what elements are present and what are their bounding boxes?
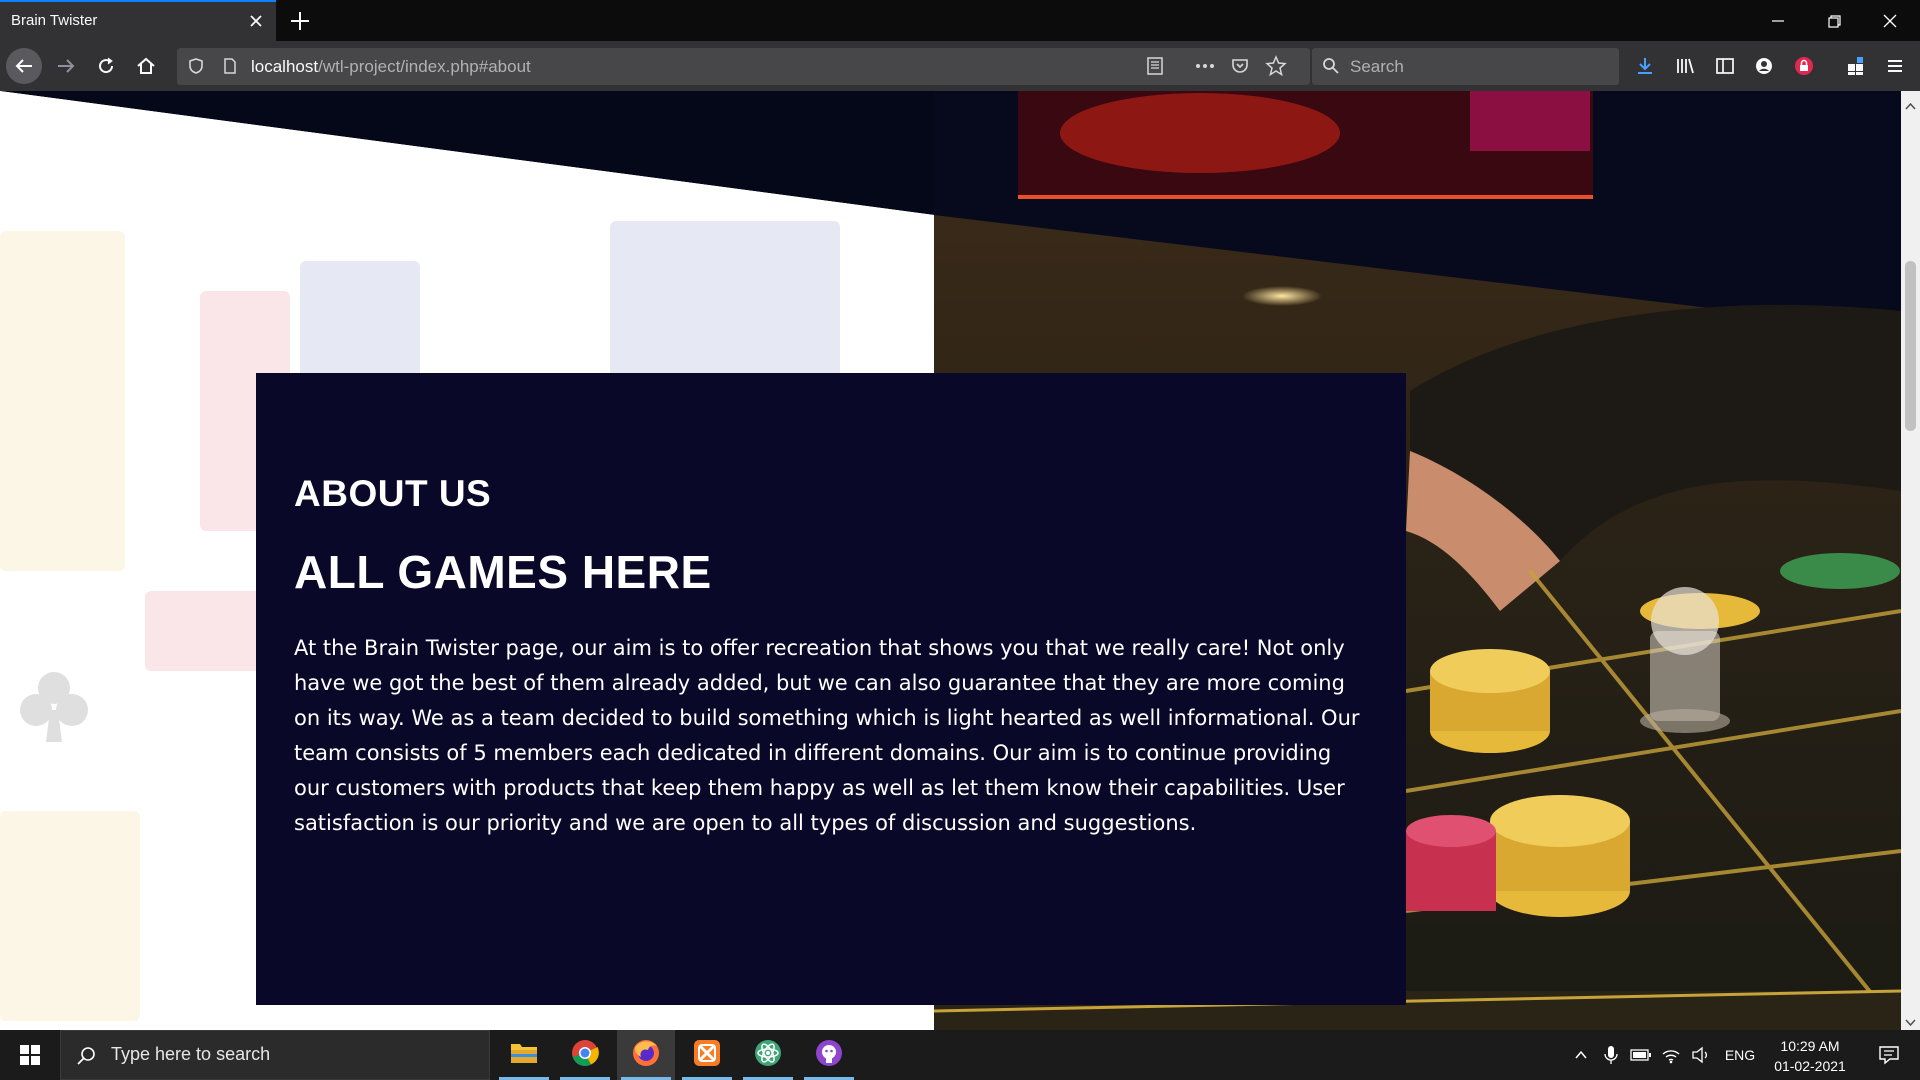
scrollbar-thumb[interactable] [1905, 261, 1916, 431]
page-info-icon[interactable] [221, 57, 239, 79]
reader-view-icon[interactable] [1145, 56, 1165, 80]
atom-icon [753, 1038, 783, 1072]
about-heading: ABOUT US [294, 473, 492, 514]
new-tab-icon[interactable] [288, 9, 312, 33]
bookmark-star-icon[interactable] [1265, 55, 1287, 81]
file-explorer-icon [509, 1040, 539, 1070]
navigation-toolbar: localhost/wtl-project/index.php#about Se… [0, 41, 1920, 91]
about-description: At the Brain Twister page, our aim is to… [294, 636, 1360, 835]
taskbar-app-xampp[interactable] [678, 1030, 736, 1080]
about-subheading: ALL GAMES HERE [294, 546, 712, 598]
search-icon [1322, 57, 1340, 79]
page-actions-icon[interactable] [1194, 56, 1216, 80]
about-section-card: ABOUT US ALL GAMES HERE At the Brain Twi… [256, 373, 1406, 1005]
volume-icon[interactable] [1688, 1030, 1714, 1080]
menu-icon[interactable] [1879, 50, 1911, 82]
extension-lock-icon[interactable] [1788, 50, 1820, 82]
taskbar-app-firefox[interactable] [617, 1030, 675, 1080]
account-icon[interactable] [1748, 50, 1780, 82]
extensions-icon[interactable] [1840, 50, 1872, 82]
shield-icon[interactable] [187, 57, 205, 79]
back-icon[interactable] [6, 48, 42, 84]
library-icon[interactable] [1669, 50, 1701, 82]
close-tab-icon[interactable] [246, 11, 266, 31]
url-bar[interactable]: localhost/wtl-project/index.php#about [177, 48, 1310, 85]
taskbar-app-atom[interactable] [739, 1030, 797, 1080]
system-clock[interactable]: 10:29 AM 01-02-2021 [1760, 1036, 1860, 1076]
language-indicator[interactable]: ENG [1722, 1030, 1758, 1080]
scroll-down-arrow-icon[interactable] [1905, 1013, 1916, 1027]
home-icon[interactable] [130, 50, 162, 82]
taskbar-app-file-explorer[interactable] [495, 1030, 553, 1080]
tab-bar: Brain Twister [0, 0, 1920, 41]
url-text[interactable]: localhost/wtl-project/index.php#about [251, 57, 531, 77]
clock-date: 01-02-2021 [1774, 1058, 1846, 1074]
battery-icon[interactable] [1628, 1030, 1654, 1080]
taskbar-search-placeholder: Type here to search [111, 1044, 271, 1064]
windows-taskbar: Type here to search ENG 10:29 AM 01-02-2… [0, 1030, 1920, 1080]
tab-title: Brain Twister [11, 12, 98, 29]
minimize-icon[interactable] [1765, 8, 1791, 34]
restore-icon[interactable] [1821, 8, 1847, 34]
browser-tab[interactable]: Brain Twister [0, 0, 276, 41]
sidebar-icon[interactable] [1709, 50, 1741, 82]
page-scrollbar[interactable] [1901, 91, 1920, 1030]
search-icon [75, 1045, 97, 1071]
url-host: localhost [251, 57, 319, 76]
downloads-icon[interactable] [1629, 50, 1661, 82]
firefox-icon [631, 1038, 661, 1072]
chrome-icon [570, 1038, 600, 1072]
pocket-icon[interactable] [1230, 56, 1250, 80]
url-path: /wtl-project/index.php#about [318, 57, 531, 76]
taskbar-search-box[interactable]: Type here to search [60, 1030, 490, 1080]
show-hidden-icons-chevron-icon[interactable] [1568, 1030, 1594, 1080]
action-center-icon[interactable] [1864, 1030, 1914, 1080]
taskbar-app-github-desktop[interactable] [800, 1030, 858, 1080]
microphone-icon[interactable] [1598, 1030, 1624, 1080]
github-desktop-icon [814, 1038, 844, 1072]
taskbar-app-chrome[interactable] [556, 1030, 614, 1080]
search-bar[interactable]: Search [1312, 48, 1619, 85]
page-viewport: ABOUT US ALL GAMES HERE At the Brain Twi… [0, 91, 1901, 1030]
close-window-icon[interactable] [1877, 8, 1903, 34]
reload-icon[interactable] [90, 50, 122, 82]
wifi-icon[interactable] [1658, 1030, 1684, 1080]
windows-start-icon[interactable] [0, 1030, 60, 1080]
forward-icon[interactable] [50, 50, 82, 82]
xampp-icon [692, 1038, 722, 1072]
scroll-up-arrow-icon[interactable] [1905, 97, 1916, 110]
search-placeholder: Search [1350, 57, 1404, 76]
clock-time: 10:29 AM [1780, 1038, 1840, 1054]
